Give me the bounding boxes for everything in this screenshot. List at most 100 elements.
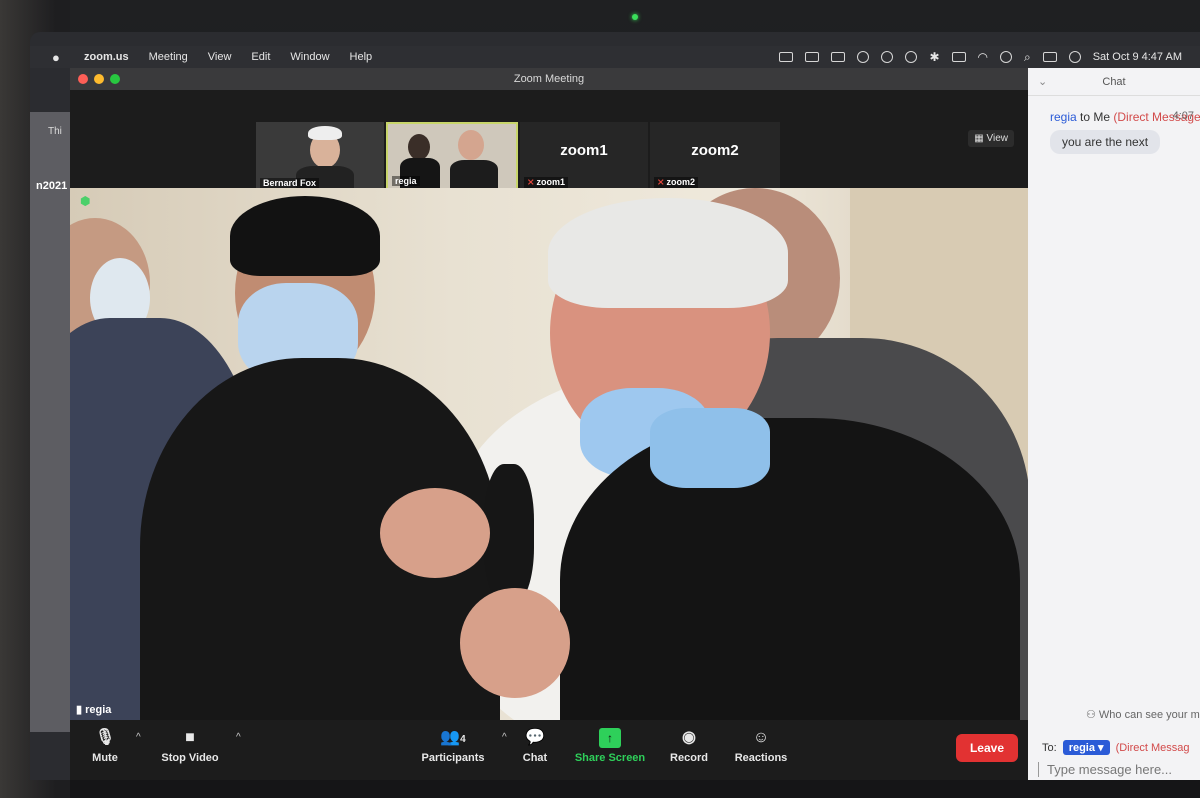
participant-tile[interactable]: Bernard Fox: [256, 122, 384, 190]
speaker-name: regia: [85, 704, 112, 716]
stop-video-button[interactable]: ■ Stop Video: [150, 728, 230, 764]
speaker-label: ▮ regia: [76, 703, 111, 716]
record-label: Record: [670, 752, 708, 764]
participant-name: regia: [392, 176, 420, 186]
participant-hair: [308, 126, 342, 140]
chevron-down-icon[interactable]: ⌄: [1038, 68, 1047, 96]
background-window: Thi n2021: [30, 112, 74, 732]
spotlight-icon[interactable]: ⌕: [1024, 50, 1031, 65]
speaker-hair: [548, 198, 788, 308]
minimize-icon[interactable]: [94, 74, 104, 84]
participant-name: zoom2: [666, 177, 696, 187]
shield-icon: ⬢: [80, 194, 91, 208]
audio-options-caret-icon[interactable]: ^: [136, 732, 141, 743]
camera-indicator: [632, 14, 638, 20]
chat-sender[interactable]: regia: [1050, 110, 1077, 124]
view-label: View: [986, 133, 1009, 144]
window-titlebar: Zoom Meeting: [70, 68, 1028, 90]
participant-tile-active[interactable]: regia: [386, 122, 518, 190]
microphone-icon: 🎙: [94, 729, 116, 746]
siri-icon[interactable]: [1068, 51, 1081, 63]
chat-recipient-text: to Me: [1076, 110, 1114, 124]
user-icon[interactable]: [999, 51, 1012, 63]
participant-tile[interactable]: zoom1 ⨯ zoom1: [520, 122, 648, 190]
recipient-type: (Direct Messag: [1115, 741, 1190, 754]
chat-timestamp: 4:07: [1172, 110, 1194, 122]
status-area: ✱ ◠ ⌕ Sat Oct 9 4:47 AM: [779, 50, 1200, 65]
screen: ● zoom.us Meeting View Edit Window Help …: [30, 32, 1200, 780]
participant-body: [450, 160, 498, 188]
app-status-icon[interactable]: [831, 52, 846, 62]
reactions-label: Reactions: [734, 752, 788, 764]
chat-title: Chat: [1102, 76, 1126, 88]
chat-visibility-notice[interactable]: ⚇ Who can see your m: [1086, 708, 1200, 721]
stop-video-label: Stop Video: [161, 752, 219, 764]
chat-bubble-icon: 💬: [525, 729, 545, 746]
active-speaker-video: ⬢ ▮ regia: [70, 188, 1028, 720]
record-icon: ◉: [682, 729, 696, 746]
participant-name-row: ⨯ zoom1: [524, 177, 569, 188]
menu-view[interactable]: View: [208, 51, 232, 63]
menu-window[interactable]: Window: [290, 51, 329, 63]
participant-strip: Bernard Fox regia zoom1 ⨯ zoom1 zoom2 ⨯ zo…: [70, 90, 1028, 190]
battery-icon[interactable]: [951, 52, 966, 62]
menu-meeting[interactable]: Meeting: [149, 51, 188, 63]
speaker-hand: [460, 588, 570, 698]
record-status-icon[interactable]: [857, 51, 870, 63]
leave-button[interactable]: Leave: [955, 734, 1018, 762]
chat-header: ⌄ Chat: [1028, 68, 1200, 96]
menu-help[interactable]: Help: [350, 51, 373, 63]
participants-button[interactable]: 👥4 Participants: [410, 728, 496, 764]
recipient-name: regia: [1068, 742, 1095, 754]
chat-visibility-text: Who can see your m: [1098, 709, 1200, 721]
wifi-icon[interactable]: ◠: [978, 50, 988, 64]
chat-message-bubble: you are the next: [1050, 130, 1161, 154]
view-grid-icon: ▦: [974, 133, 987, 144]
participants-options-caret-icon[interactable]: ^: [502, 732, 507, 743]
fullscreen-icon[interactable]: [110, 74, 120, 84]
recipient-dropdown[interactable]: regia ▾: [1062, 740, 1110, 755]
menu-clock[interactable]: Sat Oct 9 4:47 AM: [1093, 51, 1182, 63]
shirt-collar: [650, 408, 770, 488]
signal-bars-icon: ▮: [76, 704, 86, 716]
control-center-icon[interactable]: [1042, 52, 1057, 62]
chat-panel: ⌄ Chat regia to Me (Direct Message) 4:07…: [1028, 68, 1200, 780]
share-arrow-icon: ↑: [599, 728, 621, 748]
mute-label: Mute: [92, 752, 118, 764]
chevron-down-icon: ▾: [1098, 742, 1104, 754]
apple-icon[interactable]: ●: [52, 50, 70, 65]
menu-app[interactable]: zoom.us: [84, 51, 129, 63]
sync-icon[interactable]: [881, 51, 894, 63]
chat-to-label: To:: [1042, 741, 1057, 754]
bluetooth-icon[interactable]: ✱: [929, 50, 939, 64]
sliders-icon[interactable]: [805, 52, 820, 62]
share-screen-button[interactable]: ↑ Share Screen: [570, 728, 650, 764]
record-button[interactable]: ◉ Record: [664, 728, 714, 764]
mic-muted-icon: ⨯: [527, 177, 535, 187]
chat-label: Chat: [522, 752, 548, 764]
reactions-button[interactable]: ☺ Reactions: [726, 728, 796, 764]
participant-tile[interactable]: zoom2 ⨯ zoom2: [650, 122, 780, 190]
close-icon[interactable]: [78, 74, 88, 84]
menu-bar: ● zoom.us Meeting View Edit Window Help …: [30, 46, 1200, 68]
microphone: [484, 464, 534, 604]
participant-center-label: zoom1: [560, 142, 608, 159]
search-status-icon[interactable]: [905, 51, 918, 63]
participant-center-label: zoom2: [691, 142, 739, 159]
participant-name: Bernard Fox: [260, 178, 320, 188]
video-camera-icon: ■: [185, 729, 195, 746]
chat-button[interactable]: 💬 Chat: [510, 728, 560, 764]
mute-button[interactable]: 🎙 Mute: [80, 728, 130, 764]
mic-muted-icon: ⨯: [657, 177, 665, 187]
zoom-window: Zoom Meeting Bernard Fox regia zoom1 ⨯ zo…: [70, 68, 1028, 780]
zoom-status-icon[interactable]: [779, 52, 794, 62]
background-tab-text: Thi: [48, 126, 62, 137]
speaker-hand: [380, 488, 490, 578]
person-middle-hair: [230, 196, 380, 276]
participants-icon: 👥4: [440, 729, 466, 746]
video-options-caret-icon[interactable]: ^: [236, 732, 241, 743]
window-title: Zoom Meeting: [513, 73, 585, 85]
menu-edit[interactable]: Edit: [251, 51, 270, 63]
view-button[interactable]: ▦ View: [968, 130, 1014, 147]
chat-message-input[interactable]: Type message here...: [1038, 762, 1200, 777]
